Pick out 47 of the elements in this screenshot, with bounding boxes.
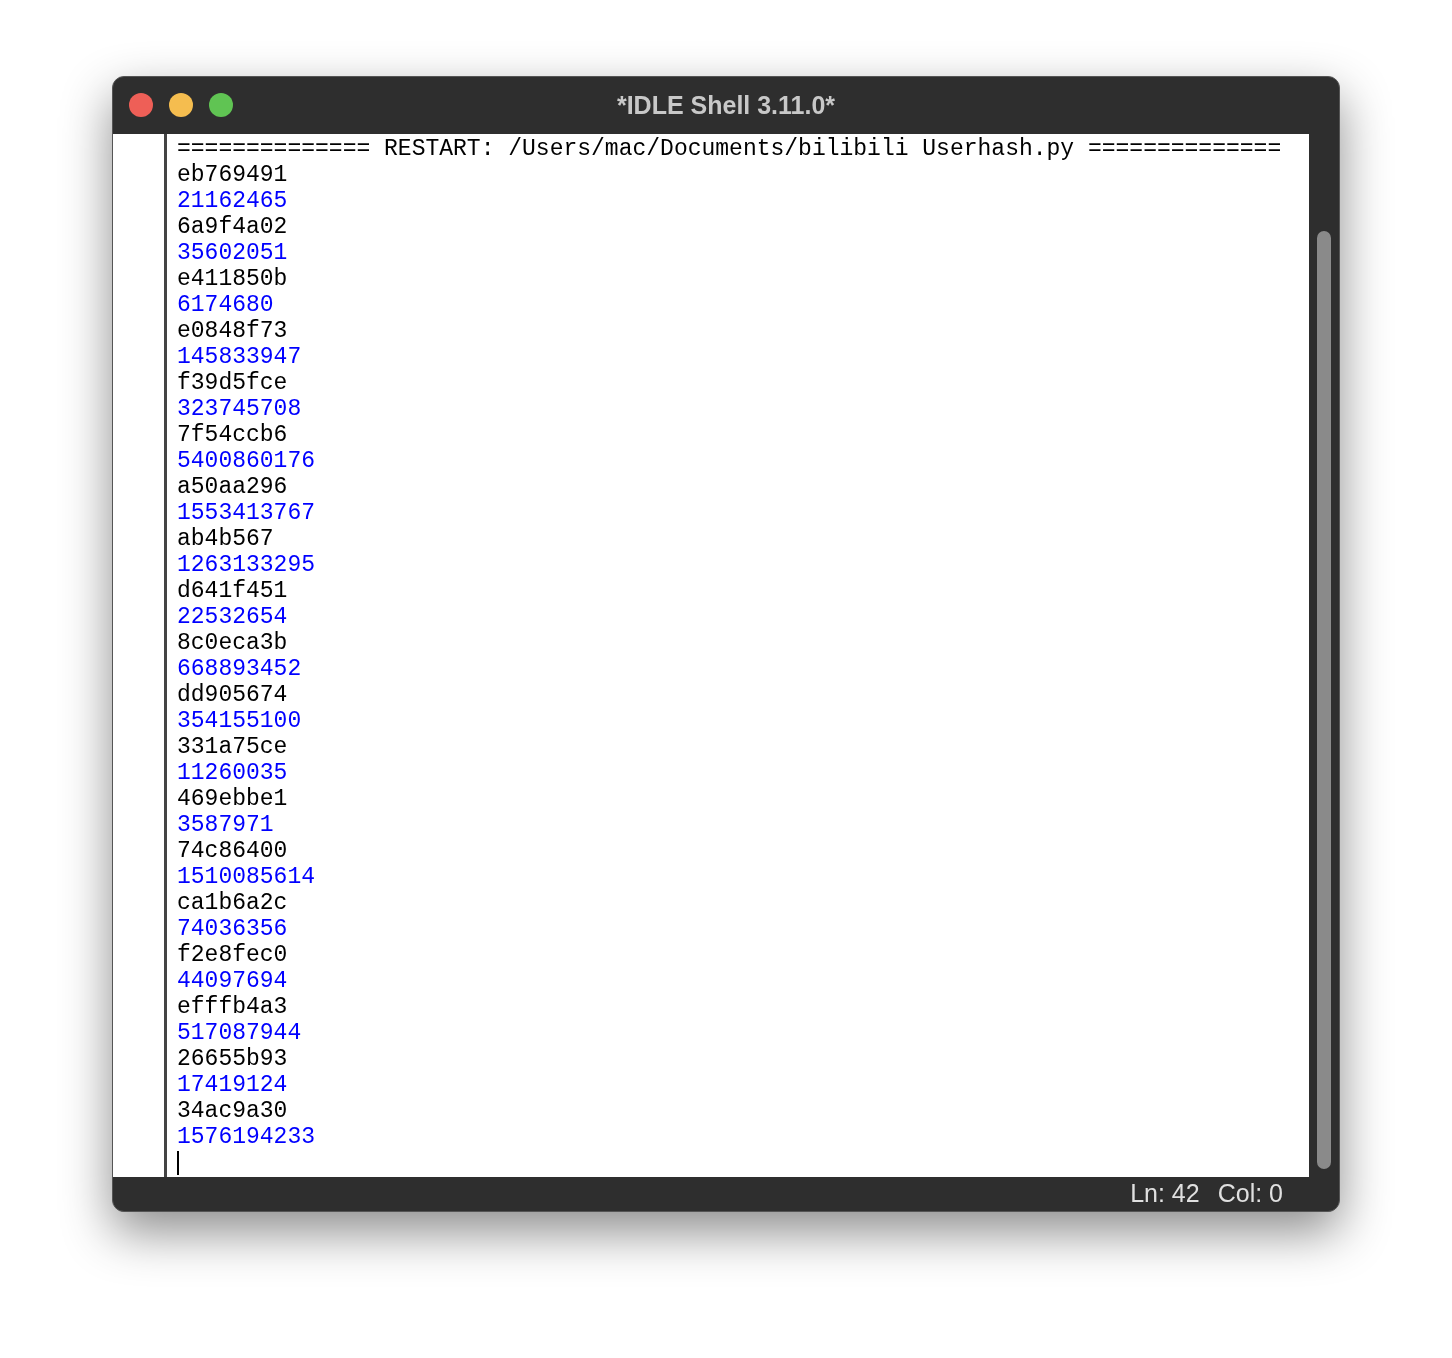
output-line: 5400860176 — [177, 448, 316, 474]
scrollbar-thumb[interactable] — [1317, 231, 1331, 1169]
output-line: 331a75ce — [177, 734, 288, 760]
output-line: f2e8fec0 — [177, 942, 288, 968]
output-line: 22532654 — [177, 604, 288, 630]
output-line: 323745708 — [177, 396, 302, 422]
line-indicator: Ln: 42 — [1130, 1178, 1200, 1210]
output-line: 1263133295 — [177, 552, 316, 578]
output-line: 74c86400 — [177, 838, 288, 864]
output-line: 17419124 — [177, 1072, 288, 1098]
output-line: 26655b93 — [177, 1046, 288, 1072]
output-line: 145833947 — [177, 344, 302, 370]
output-line: 668893452 — [177, 656, 302, 682]
zoom-button[interactable] — [209, 93, 233, 117]
restart-message: ============== RESTART: /Users/mac/Documents/bilibili Userhash.py ============== — [177, 136, 1282, 162]
output-line: ab4b567 — [177, 526, 274, 552]
output-line: efffb4a3 — [177, 994, 288, 1020]
window-title: *IDLE Shell 3.11.0* — [616, 89, 836, 121]
output-line: 7f54ccb6 — [177, 422, 288, 448]
output-line: 35602051 — [177, 240, 288, 266]
output-line: 517087944 — [177, 1020, 302, 1046]
output-line: 1576194233 — [177, 1124, 316, 1150]
output-line: 11260035 — [177, 760, 288, 786]
close-button[interactable] — [129, 93, 153, 117]
output-line: f39d5fce — [177, 370, 288, 396]
output-line: d641f451 — [177, 578, 288, 604]
output-line: a50aa296 — [177, 474, 288, 500]
output-line: ca1b6a2c — [177, 890, 288, 916]
output-line: 74036356 — [177, 916, 288, 942]
output-line: 3587971 — [177, 812, 274, 838]
column-indicator: Col: 0 — [1217, 1178, 1283, 1210]
output-line: e0848f73 — [177, 318, 288, 344]
text-cursor — [177, 1151, 179, 1175]
minimize-button[interactable] — [169, 93, 193, 117]
output-line: 44097694 — [177, 968, 288, 994]
output-line: 8c0eca3b — [177, 630, 288, 656]
output-line: 1510085614 — [177, 864, 316, 890]
output-line: 6a9f4a02 — [177, 214, 288, 240]
output-line: 6174680 — [177, 292, 274, 318]
output-line: eb769491 — [177, 162, 288, 188]
output-line: 354155100 — [177, 708, 302, 734]
output-line: 21162465 — [177, 188, 288, 214]
output-line: e411850b — [177, 266, 288, 292]
output-line: 34ac9a30 — [177, 1098, 288, 1124]
output-line: dd905674 — [177, 682, 288, 708]
output-line: 469ebbe1 — [177, 786, 288, 812]
output-line: 1553413767 — [177, 500, 316, 526]
